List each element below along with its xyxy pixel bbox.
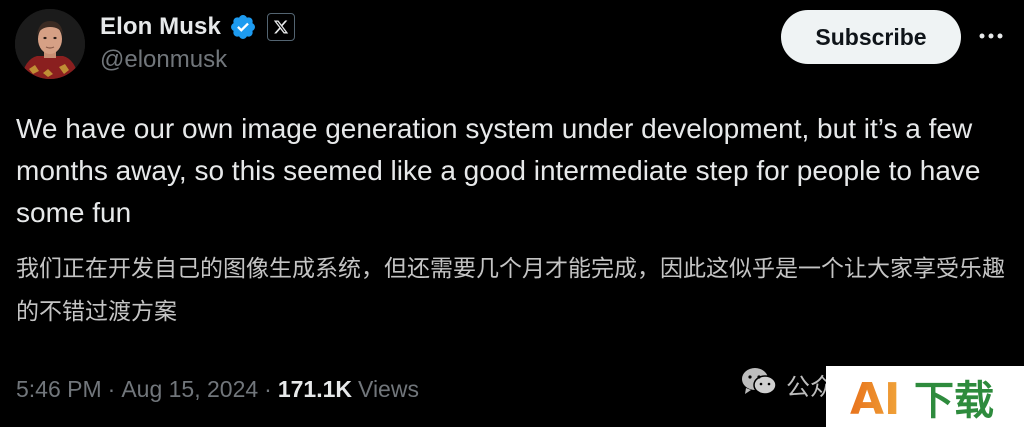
tweet-date[interactable]: Aug 15, 2024 — [121, 376, 258, 403]
views-count[interactable]: 171.1K — [278, 376, 352, 403]
meta-separator: · — [107, 376, 116, 402]
avatar[interactable] — [15, 9, 85, 79]
tweet-card: Elon Musk @elonmusk Subscribe We have ou… — [0, 0, 1024, 427]
wechat-icon — [740, 366, 778, 403]
logo-text-ai: AI — [850, 374, 900, 425]
tweet-text: We have our own image generation system … — [16, 113, 981, 228]
avatar-photo — [15, 9, 85, 79]
x-logo-icon[interactable] — [266, 13, 295, 41]
logo-text-cn: 下载 — [914, 378, 994, 424]
views-label[interactable]: Views — [358, 376, 419, 403]
author-handle[interactable]: @elonmusk — [100, 46, 227, 74]
author-display-name[interactable]: Elon Musk — [100, 13, 221, 41]
subscribe-button[interactable]: Subscribe — [781, 10, 961, 64]
tweet-translation: 我们正在开发自己的图像生成系统，但还需要几个月才能完成，因此这似乎是一个让大家享… — [16, 256, 1005, 325]
wechat-watermark: 公众 — [740, 366, 834, 403]
ai-download-logo: AI 下载 — [826, 366, 1024, 427]
meta-separator: · — [264, 376, 272, 402]
more-dots-icon[interactable] — [976, 26, 1006, 46]
tweet-meta: 5:46 PM · Aug 15, 2024 · 171.1K Views — [16, 376, 419, 403]
tweet-time[interactable]: 5:46 PM — [16, 376, 102, 403]
verified-badge-icon[interactable] — [229, 13, 257, 41]
author-name-row: Elon Musk — [100, 10, 295, 44]
